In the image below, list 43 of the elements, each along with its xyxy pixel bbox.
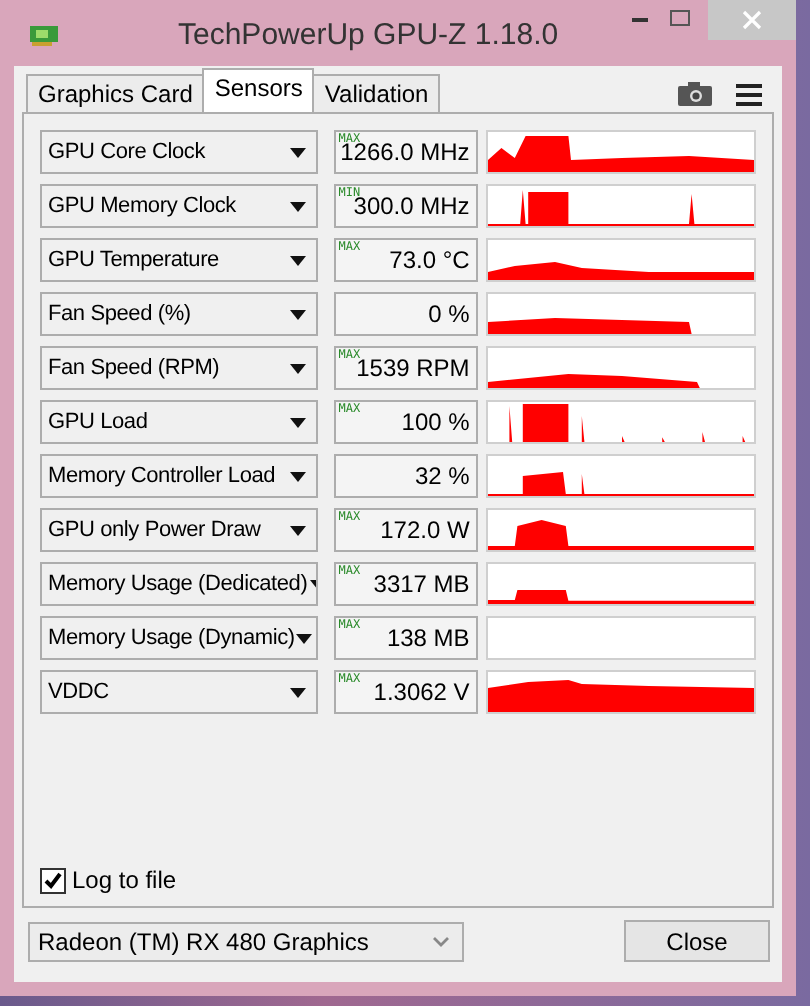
- value-text: 1539 RPM: [356, 354, 470, 382]
- caret-icon: [290, 363, 307, 373]
- sensor-dropdown[interactable]: GPU Load: [40, 400, 319, 444]
- value-text: 100 %: [401, 408, 470, 436]
- value-text: 1.3062 V: [373, 678, 470, 706]
- sensor-dropdown[interactable]: Fan Speed (%): [40, 292, 319, 336]
- chevron-icon: [432, 935, 450, 947]
- caret-icon: [290, 147, 307, 157]
- value-text: 138 MB: [386, 624, 470, 652]
- caret-icon: [296, 633, 313, 643]
- sensor-dropdown[interactable]: GPU Temperature: [40, 238, 319, 282]
- caret-icon: [290, 417, 307, 427]
- tab[interactable]: Validation: [312, 74, 441, 112]
- caret-icon: [290, 471, 307, 481]
- sensor-dropdown[interactable]: GPU Memory Clock: [40, 184, 319, 228]
- caret-icon: [290, 201, 307, 211]
- caret-icon: [290, 525, 307, 535]
- sensor-dropdown[interactable]: VDDC: [40, 670, 319, 714]
- device-dropdown[interactable]: Radeon (TM) RX 480 Graphics: [28, 921, 464, 961]
- caret-icon: [290, 687, 307, 697]
- sensor-dropdown[interactable]: Memory Usage (Dedicated): [40, 562, 319, 606]
- tab[interactable]: Graphics Card: [26, 74, 205, 112]
- sensor-dropdown[interactable]: GPU Core Clock: [40, 130, 319, 174]
- sensor-dropdown[interactable]: Memory Usage (Dynamic): [40, 616, 319, 660]
- caret-icon: [290, 255, 307, 265]
- menu-icon[interactable]: [736, 83, 762, 105]
- sensor-dropdown[interactable]: Fan Speed (RPM): [40, 346, 319, 390]
- value-text: 172.0 W: [380, 516, 470, 544]
- window-title: TechPowerUp GPU-Z 1.18.0: [178, 18, 559, 52]
- tab[interactable]: Sensors: [202, 68, 315, 112]
- value-text: 3317 MB: [373, 570, 470, 598]
- sensor-dropdown[interactable]: GPU only Power Draw: [40, 508, 319, 552]
- camera-icon[interactable]: [678, 82, 712, 106]
- checkbox-label[interactable]: Log to file: [72, 866, 177, 894]
- maximize-icon[interactable]: [668, 8, 692, 28]
- graphics-card-icon: [30, 24, 58, 46]
- value-text: 73.0 °C: [389, 246, 470, 274]
- sensor-dropdown[interactable]: Memory Controller Load: [40, 454, 319, 498]
- value-text: 0 %: [428, 300, 470, 328]
- value-text: 32 %: [414, 462, 470, 490]
- close-button[interactable]: Close: [624, 920, 770, 962]
- caret-icon: [290, 309, 307, 319]
- checkbox[interactable]: [40, 867, 66, 893]
